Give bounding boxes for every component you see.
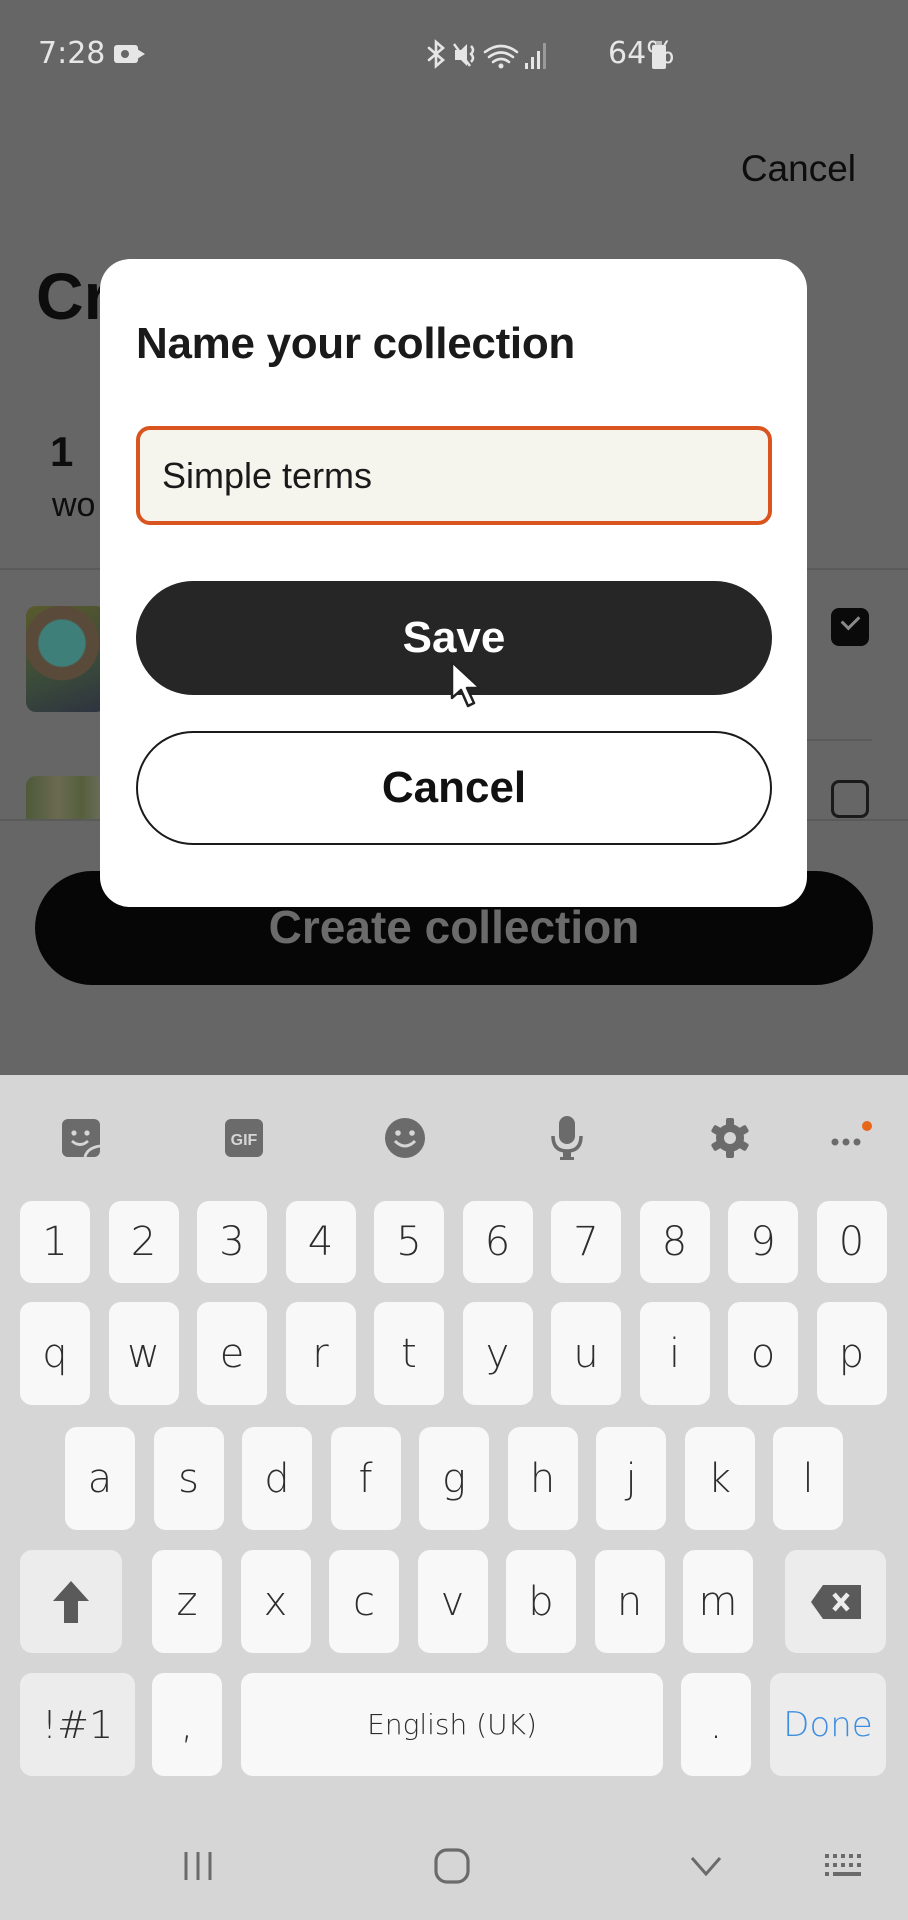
selected-count-label: wo: [52, 486, 96, 524]
status-connectivity-icons: [427, 39, 546, 69]
cancel-button[interactable]: Cancel: [136, 731, 772, 845]
status-time: 7:28: [38, 36, 106, 71]
done-key[interactable]: Done: [770, 1673, 886, 1776]
name-collection-dialog: Name your collection Save Cancel: [100, 259, 807, 907]
on-screen-keyboard: GIF 1234567890 qwertyuiop asdfghjkl zxcv…: [0, 1075, 908, 1920]
signal-icon: [525, 43, 546, 69]
list-item-checkbox-checked[interactable]: [831, 608, 869, 646]
key-p[interactable]: p: [816, 1302, 887, 1405]
selected-count: 1: [50, 428, 74, 475]
key-4[interactable]: 4: [285, 1201, 356, 1283]
video-recording-icon: [114, 45, 145, 63]
wifi-icon: [483, 44, 519, 64]
key-e[interactable]: e: [197, 1302, 267, 1405]
key-a[interactable]: a: [65, 1427, 135, 1530]
key-r[interactable]: r: [285, 1302, 356, 1405]
key-6[interactable]: 6: [462, 1201, 533, 1283]
key-v[interactable]: v: [417, 1550, 488, 1653]
list-item-thumbnail[interactable]: [26, 776, 106, 820]
space-key[interactable]: English (UK): [241, 1673, 663, 1776]
shift-key[interactable]: [20, 1550, 122, 1653]
key-8[interactable]: 8: [639, 1201, 710, 1283]
status-icons: [425, 38, 595, 79]
mouse-cursor-icon: [450, 660, 482, 708]
symbols-key[interactable]: !#1: [20, 1673, 135, 1776]
key-3[interactable]: 3: [197, 1201, 267, 1283]
key-l[interactable]: l: [773, 1427, 843, 1530]
list-item-thumbnail[interactable]: [26, 606, 106, 712]
key-b[interactable]: b: [506, 1550, 576, 1653]
keyboard-switch-icon[interactable]: [823, 1844, 867, 1888]
gif-label: GIF: [231, 1132, 258, 1149]
key-n[interactable]: n: [594, 1550, 665, 1653]
key-q[interactable]: q: [20, 1302, 90, 1405]
key-d[interactable]: d: [242, 1427, 312, 1530]
bluetooth-icon: [427, 39, 445, 69]
list-item-checkbox-unchecked[interactable]: [831, 780, 869, 818]
key-s[interactable]: s: [153, 1427, 224, 1530]
key-k[interactable]: k: [684, 1427, 755, 1530]
microphone-icon[interactable]: [542, 1113, 592, 1163]
notification-dot: [862, 1121, 872, 1131]
key-m[interactable]: m: [683, 1550, 753, 1653]
key-9[interactable]: 9: [728, 1201, 798, 1283]
key-y[interactable]: y: [462, 1302, 533, 1405]
key-x[interactable]: x: [240, 1550, 311, 1653]
more-icon[interactable]: [823, 1113, 873, 1163]
key-z[interactable]: z: [152, 1550, 222, 1653]
key-t[interactable]: t: [374, 1302, 444, 1405]
battery-icon: [652, 41, 666, 69]
key-c[interactable]: c: [329, 1550, 399, 1653]
create-collection-label: Create collection: [268, 901, 640, 953]
key-j[interactable]: j: [596, 1427, 666, 1530]
key-5[interactable]: 5: [374, 1201, 444, 1283]
recent-apps-icon[interactable]: [178, 1844, 218, 1888]
comma-key[interactable]: ,: [152, 1673, 222, 1776]
gif-icon[interactable]: GIF: [219, 1113, 269, 1163]
period-key[interactable]: .: [681, 1673, 751, 1776]
key-7[interactable]: 7: [551, 1201, 621, 1283]
backspace-icon: [810, 1584, 861, 1619]
key-u[interactable]: u: [551, 1302, 621, 1405]
vibrate-mute-icon: [453, 43, 475, 67]
page-title: Cr: [36, 259, 110, 333]
collection-name-input[interactable]: [136, 426, 772, 525]
key-0[interactable]: 0: [816, 1201, 887, 1283]
back-icon[interactable]: [686, 1844, 726, 1888]
key-2[interactable]: 2: [108, 1201, 179, 1283]
key-o[interactable]: o: [728, 1302, 798, 1405]
key-1[interactable]: 1: [20, 1201, 90, 1283]
shift-arrow-icon: [53, 1580, 89, 1623]
emoji-icon[interactable]: [380, 1113, 430, 1163]
key-g[interactable]: g: [419, 1427, 489, 1530]
home-icon[interactable]: [430, 1844, 474, 1888]
backspace-key[interactable]: [785, 1550, 886, 1653]
top-cancel-link[interactable]: Cancel: [741, 148, 856, 190]
key-w[interactable]: w: [108, 1302, 179, 1405]
key-f[interactable]: f: [330, 1427, 401, 1530]
key-h[interactable]: h: [507, 1427, 578, 1530]
dialog-title: Name your collection: [136, 319, 576, 368]
settings-icon[interactable]: [705, 1113, 755, 1163]
sticker-icon[interactable]: [56, 1113, 106, 1163]
key-i[interactable]: i: [639, 1302, 710, 1405]
